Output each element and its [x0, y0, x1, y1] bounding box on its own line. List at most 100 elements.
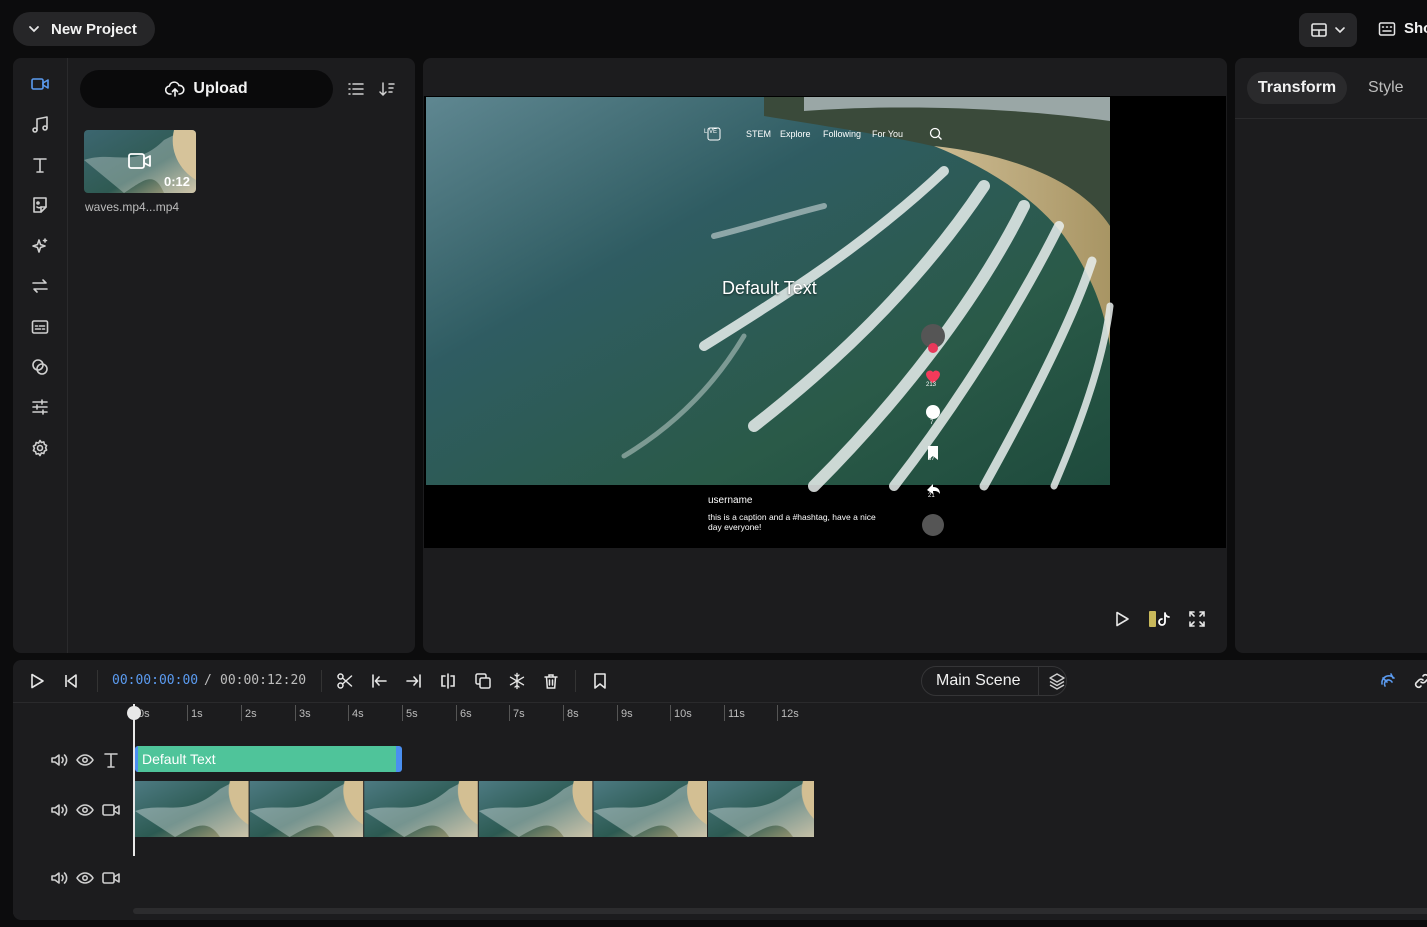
upload-label: Upload: [193, 80, 248, 97]
scene-selector[interactable]: Main Scene: [921, 666, 1067, 696]
rail-audio-button[interactable]: [29, 114, 51, 136]
adjust-icon: [32, 399, 48, 415]
tab-transform[interactable]: Transform: [1247, 72, 1347, 104]
ruler-tick: 8s: [563, 705, 579, 721]
trim-start-button[interactable]: [367, 670, 391, 692]
toolbar-divider: [97, 670, 98, 692]
duplicate-button[interactable]: [471, 670, 495, 692]
rail-text-button[interactable]: [29, 154, 51, 176]
ruler-tick: 3s: [295, 705, 311, 721]
sort-button[interactable]: [378, 80, 396, 98]
media-duration: 0:12: [163, 174, 190, 189]
rail-video-button[interactable]: [29, 73, 51, 95]
scene-label: Main Scene: [936, 672, 1021, 689]
rail-transition-button[interactable]: [29, 275, 51, 297]
track3-visibility-button[interactable]: [75, 868, 95, 888]
trim-right-icon: [406, 674, 421, 688]
captions-icon: [31, 320, 49, 334]
chevron-down-icon: [1334, 24, 1346, 36]
eye-icon: [76, 804, 94, 816]
ruler-tick: 12s: [777, 705, 799, 721]
rail-settings-button[interactable]: [29, 437, 51, 459]
caption-text: this is a caption and a #hashtag, have a…: [708, 512, 876, 532]
project-menu-button[interactable]: New Project: [13, 12, 155, 46]
text-clip[interactable]: Default Text: [135, 746, 402, 772]
media-filename: waves.mp4...mp4: [85, 200, 180, 214]
tiktok-format-button[interactable]: [1148, 609, 1174, 629]
track1-mute-button[interactable]: [49, 750, 69, 770]
play-icon: [31, 673, 44, 689]
split-clip-button[interactable]: [436, 670, 460, 692]
track2-visibility-button[interactable]: [75, 800, 95, 820]
track-headers: [13, 722, 133, 914]
video-icon: [102, 804, 120, 816]
track1-visibility-button[interactable]: [75, 750, 95, 770]
rail-adjust-button[interactable]: [29, 396, 51, 418]
nav-following[interactable]: Following: [823, 129, 861, 139]
default-text-overlay[interactable]: Default Text: [722, 278, 817, 299]
nav-for-you[interactable]: For You: [872, 129, 903, 139]
track3-mute-button[interactable]: [49, 868, 69, 888]
upload-button[interactable]: Upload: [80, 70, 333, 108]
ruler-tick: 1s: [187, 705, 203, 721]
tabs-divider: [1235, 118, 1427, 119]
transition-icon: [32, 279, 48, 293]
timeline-panel: 00:00:00:00 / 00:00:12:20 Main Scene 0s …: [13, 660, 1427, 920]
show-keyboard-shortcuts-button[interactable]: Show: [1378, 20, 1427, 37]
bookmark-icon: [594, 673, 606, 689]
video-filmstrip: [135, 781, 814, 837]
video-icon: [102, 872, 120, 884]
add-marker-button[interactable]: [588, 670, 612, 692]
link-icon: [1414, 673, 1427, 689]
media-item-thumbnail[interactable]: 0:12: [84, 130, 196, 193]
track2-mute-button[interactable]: [49, 800, 69, 820]
current-time: 00:00:00:00: [112, 673, 199, 688]
ruler-tick: 6s: [456, 705, 472, 721]
ruler-tick: 2s: [241, 705, 257, 721]
video-clip[interactable]: [135, 781, 814, 837]
project-title: New Project: [51, 20, 137, 38]
sticker-icon: [33, 197, 47, 213]
tiktok-icon: [1149, 611, 1170, 627]
tab-style[interactable]: Style: [1368, 79, 1404, 97]
delete-button[interactable]: [539, 670, 563, 692]
scissors-icon: [337, 673, 353, 689]
timeline-play-button[interactable]: [25, 670, 49, 692]
skip-to-start-button[interactable]: [59, 670, 83, 692]
rail-effects-button[interactable]: [29, 235, 51, 257]
playhead-handle[interactable]: [127, 706, 141, 720]
play-icon: [1116, 611, 1129, 627]
share-count: 21: [928, 493, 935, 499]
ruler-tick: 11s: [724, 705, 745, 721]
rail-shapes-button[interactable]: [29, 356, 51, 378]
layout-icon: [1310, 21, 1328, 39]
freeze-frame-button[interactable]: [505, 670, 529, 692]
link-button[interactable]: [1410, 670, 1427, 692]
magnet-snap-button[interactable]: [1376, 670, 1400, 692]
rail-sticker-button[interactable]: [29, 194, 51, 216]
keyboard-icon: [1378, 21, 1396, 37]
video-icon: [31, 78, 49, 90]
preview-canvas[interactable]: LIVE STEM Explore Following For You Defa…: [424, 96, 1226, 548]
trash-icon: [544, 674, 558, 689]
split-icon: [441, 673, 455, 689]
fullscreen-button[interactable]: [1188, 610, 1206, 628]
volume-icon: [51, 754, 68, 766]
nav-stem[interactable]: STEM: [746, 129, 771, 139]
total-time: 00:00:12:20: [220, 673, 307, 688]
ruler-tick: 5s: [402, 705, 418, 721]
list-view-button[interactable]: [347, 80, 365, 98]
rail-captions-button[interactable]: [29, 316, 51, 338]
time-separator: /: [204, 673, 212, 688]
ocean-video-frame: [424, 96, 1226, 548]
layout-menu-button[interactable]: [1299, 13, 1357, 47]
preview-play-button[interactable]: [1113, 610, 1131, 628]
layers-icon[interactable]: [1039, 672, 1066, 690]
trim-end-button[interactable]: [402, 670, 426, 692]
split-button[interactable]: [333, 670, 357, 692]
timeline-horizontal-scrollbar[interactable]: [133, 908, 1427, 914]
sort-icon: [379, 82, 395, 97]
nav-explore[interactable]: Explore: [780, 129, 811, 139]
playhead[interactable]: [133, 704, 135, 856]
track3-type-video: [101, 868, 121, 888]
